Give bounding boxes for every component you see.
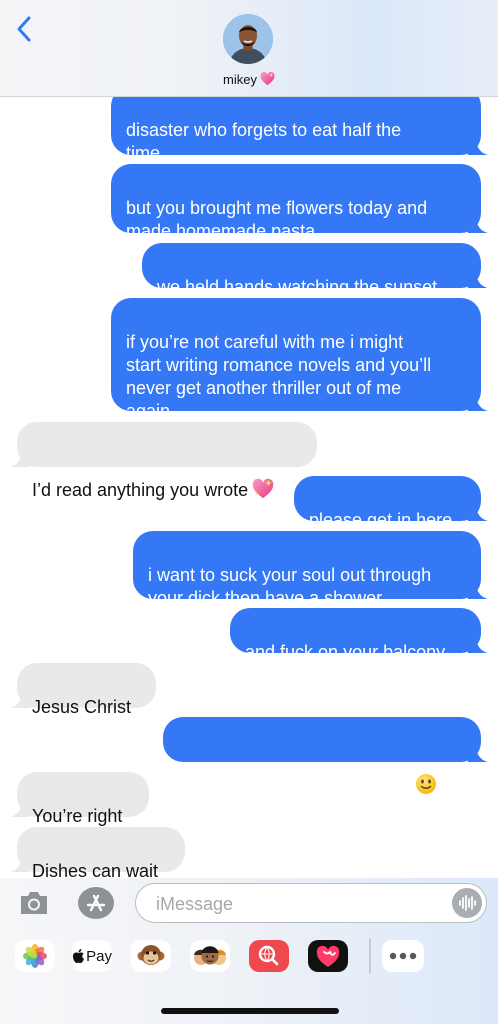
bubble-tail [468, 577, 488, 599]
message-bubble-outgoing[interactable]: disaster who forgets to eat half the tim… [111, 96, 488, 163]
more-apps-button[interactable] [382, 940, 424, 972]
sparkling-heart-icon [260, 71, 275, 89]
memoji-button[interactable] [190, 940, 230, 972]
digital-touch-button[interactable] [308, 940, 348, 972]
app-store-icon [78, 887, 114, 919]
message-text: and fuck on your balcony [245, 642, 446, 662]
message-bubble-outgoing[interactable]: my friends usually call me bill [163, 717, 488, 795]
message-bubble-incoming[interactable]: Dishes can wait [10, 827, 185, 878]
apple-pay-icon [72, 948, 85, 964]
message-text: disaster who forgets to eat half the tim… [126, 120, 402, 163]
message-text: please get in here [309, 510, 453, 530]
contact-name-label: mikey [223, 72, 257, 87]
bubble-tail [10, 795, 30, 817]
animoji-button[interactable] [131, 940, 171, 972]
web-search-icon [249, 940, 289, 972]
message-text: Jesus Christ [32, 697, 132, 717]
conversation-header: mikey [0, 0, 498, 97]
animoji-monkey-icon [137, 945, 165, 965]
dictation-button[interactable] [452, 888, 482, 918]
message-text: i want to suck your soul out through you… [148, 565, 432, 608]
more-apps-icon [389, 952, 417, 960]
audio-waveform-icon [459, 895, 476, 911]
message-bubble-outgoing[interactable]: and fuck on your balcony [230, 608, 488, 662]
photos-app-icon [23, 944, 47, 968]
bubble-tail [468, 740, 488, 762]
bubble-tail [10, 686, 30, 708]
message-text: You’re right [32, 806, 123, 826]
message-bubble-incoming[interactable]: Jesus Christ [10, 663, 156, 717]
sparkling-heart-icon [252, 455, 274, 499]
chevron-left-icon [17, 16, 31, 42]
message-text: if you’re not careful with me i might st… [126, 332, 432, 421]
camera-icon [21, 892, 47, 914]
message-text: but you brought me flowers today and mad… [126, 198, 428, 241]
message-text: we held hands watching the sunset [157, 277, 438, 297]
app-drawer-divider [369, 938, 371, 974]
home-indicator[interactable] [161, 1008, 339, 1014]
message-bubble-outgoing[interactable]: i want to suck your soul out through you… [133, 531, 488, 608]
message-bubble-outgoing[interactable]: please get in here [294, 476, 488, 530]
message-bubble-outgoing[interactable]: if you’re not careful with me i might st… [111, 298, 488, 421]
message-text: my friends usually call me bill [178, 775, 412, 795]
apple-pay-label: Pay [86, 947, 112, 965]
contact-name[interactable]: mikey [0, 71, 498, 89]
app-store-button[interactable] [77, 886, 115, 920]
message-bubble-outgoing[interactable]: but you brought me flowers today and mad… [111, 164, 488, 241]
message-bubble-incoming[interactable]: You’re right [10, 772, 149, 826]
message-text: I’d read anything you wrote [32, 480, 249, 500]
bubble-tail [468, 631, 488, 653]
web-search-button[interactable] [249, 940, 289, 972]
back-button[interactable] [10, 12, 40, 46]
photos-app-button[interactable] [15, 940, 55, 972]
camera-button[interactable] [18, 889, 50, 917]
bubble-tail [468, 133, 488, 155]
message-input-field[interactable] [135, 883, 487, 924]
bubble-tail [10, 445, 30, 467]
message-bubble-incoming[interactable]: I’d read anything you wrote [10, 422, 317, 500]
apple-pay-button[interactable]: Pay [72, 940, 112, 972]
bubble-tail [468, 499, 488, 521]
contact-avatar[interactable] [223, 14, 273, 64]
bubble-tail [10, 850, 30, 872]
bubble-tail [468, 211, 488, 233]
bubble-tail [468, 266, 488, 288]
memoji-icon [194, 946, 226, 965]
message-input[interactable] [154, 884, 448, 924]
digital-touch-icon [308, 940, 348, 972]
slightly-smiling-face-icon [415, 750, 437, 794]
bubble-tail [468, 389, 488, 411]
message-bubble-outgoing[interactable]: we held hands watching the sunset [142, 243, 488, 297]
message-text: Dishes can wait [32, 861, 159, 878]
message-thread[interactable]: disaster who forgets to eat half the tim… [0, 96, 498, 878]
